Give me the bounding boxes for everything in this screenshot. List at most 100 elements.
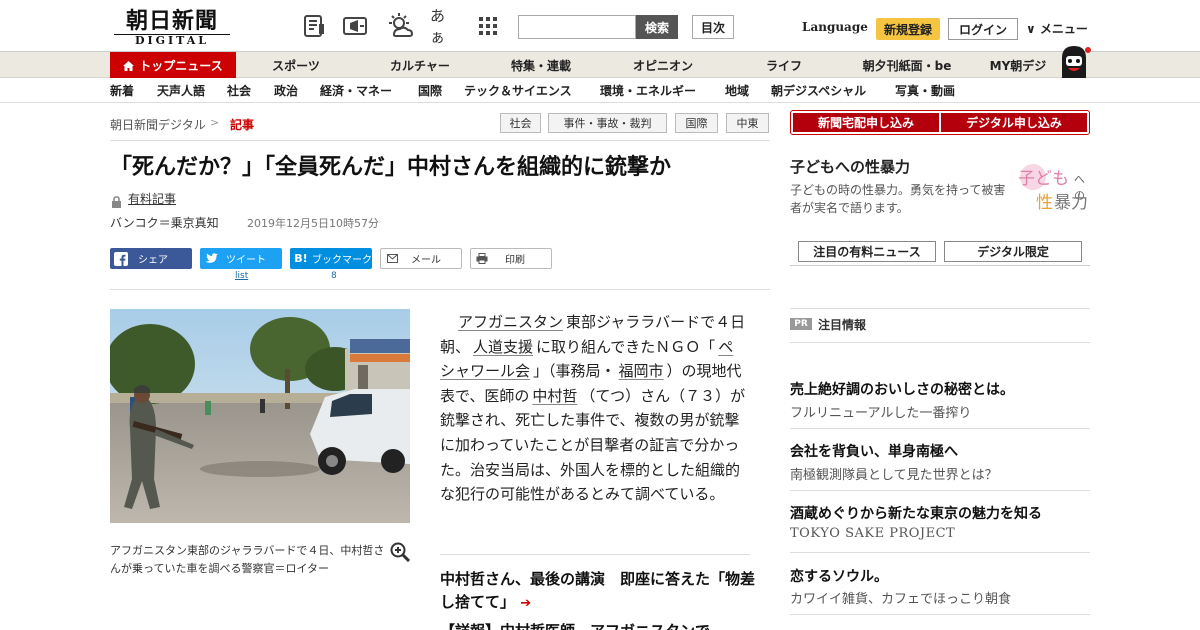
register-button[interactable]: 新規登録 (876, 18, 940, 40)
article-date: 2019年12月5日10時57分 (247, 217, 379, 230)
nav-top-news[interactable]: トップニュース (110, 52, 236, 78)
tag-international[interactable]: 国際 (675, 113, 718, 133)
body-text-run: に取り組んできたＮＧＯ「 (536, 337, 716, 356)
tab-digital-only[interactable]: デジタル限定 (944, 241, 1082, 262)
related-article-title: 中村哲さん、最後の講演 即座に答えた「物差し捨てて」 (440, 570, 756, 611)
nav-international[interactable]: 国際 (418, 78, 442, 103)
keyword-link[interactable]: 中村哲 (532, 387, 577, 405)
feature-logo-text: 子ども (1018, 169, 1069, 189)
megaphone-icon[interactable] (342, 12, 370, 40)
subscribe-digital-button[interactable]: デジタル申し込み (941, 113, 1087, 132)
search-button[interactable]: 検索 (636, 15, 678, 39)
feature-logo-text: 性 (1036, 193, 1053, 213)
promo-subtitle[interactable]: フルリニューアルした一番搾り (790, 402, 971, 421)
divider (790, 614, 1090, 615)
nav-features[interactable]: 特集・連載 (490, 52, 592, 78)
logo-main-text: 朝日新聞 (125, 8, 218, 34)
divider (790, 490, 1090, 491)
nav-culture[interactable]: カルチャー (366, 52, 474, 78)
mail-icon (381, 254, 403, 263)
breadcrumb-separator: > (210, 116, 220, 129)
nav-politics[interactable]: 政治 (274, 78, 298, 103)
nav-special[interactable]: 朝デジスペシャル (771, 78, 866, 103)
feature-title[interactable]: 子どもへの性暴力 (790, 156, 910, 177)
facebook-share-button[interactable]: シェア (110, 248, 192, 269)
site-logo[interactable]: 朝日新聞 DIGITAL (114, 9, 230, 47)
feature-logo[interactable]: 子ども への 性 暴力 (1010, 160, 1092, 213)
nav-tensei[interactable]: 天声人語 (157, 78, 205, 103)
nav-environment[interactable]: 環境・エネルギー (600, 78, 696, 103)
twitter-icon (200, 252, 222, 265)
home-icon (123, 60, 135, 71)
twitter-share-button[interactable]: ツイート (200, 248, 282, 269)
weather-icon[interactable] (386, 12, 414, 40)
print-button[interactable]: 印刷 (470, 248, 552, 269)
divider (790, 342, 1090, 343)
nav-region[interactable]: 地域 (725, 78, 749, 103)
nav-society[interactable]: 社会 (227, 78, 251, 103)
article-byline: バンコク＝乗京真知 (110, 216, 219, 230)
nav-sports[interactable]: スポーツ (250, 52, 342, 78)
divider (790, 428, 1090, 429)
article-body: アフガニスタン 東部ジャララバードで４日朝、 人道支援 に取り組んできたＮＧＯ「 ペシャ… (440, 310, 748, 507)
primary-nav: トップニュース スポーツ カルチャー 特集・連載 オピニオン ライフ 朝夕刊紙面… (0, 52, 1200, 78)
nav-paper[interactable]: 朝夕刊紙面・be (850, 52, 964, 78)
article-photo[interactable] (110, 309, 410, 523)
promo-title[interactable]: 酒蔵めぐりから新たな東京の魅力を知る (790, 503, 1042, 523)
hatena-bookmark-label: ブックマーク (312, 255, 372, 266)
mascot-icon[interactable] (1056, 44, 1092, 80)
promo-subtitle[interactable]: TOKYO SAKE PROJECT (790, 526, 955, 541)
divider (790, 552, 1090, 553)
promo-subtitle[interactable]: カワイイ雑貨、カフェでほっこり朝食 (790, 588, 1011, 607)
breadcrumb-current: 記事 (230, 118, 255, 132)
breadcrumb-home[interactable]: 朝日新聞デジタル (110, 116, 206, 133)
nav-item-label: トップニュース (139, 58, 223, 73)
related-article-next[interactable]: 【詳報】中村哲医師 アフガニスタンで (440, 620, 755, 630)
secondary-nav: 新着 天声人語 社会 政治 経済・マネー 国際 テック＆サイエンス 環境・エネル… (0, 78, 1200, 103)
mail-share-label: メール (411, 255, 441, 266)
newspaper-icon[interactable] (300, 12, 328, 40)
tag-society[interactable]: 社会 (500, 113, 541, 133)
paid-article-label[interactable]: 有料記事 (128, 190, 176, 207)
photo-caption: アフガニスタン東部のジャララバードで４日、中村哲さんが乗っていた車を調べる警察官… (110, 544, 385, 575)
related-article-link[interactable]: 中村哲さん、最後の講演 即座に答えた「物差し捨てて」 ➔ (440, 568, 755, 615)
promo-title[interactable]: 会社を背負い、単身南極へ (790, 441, 958, 461)
nav-latest[interactable]: 新着 (110, 78, 134, 103)
menu-button[interactable]: ∨ メニュー (1026, 20, 1088, 37)
print-icon (471, 253, 493, 264)
divider (110, 140, 770, 141)
facebook-icon (110, 251, 132, 266)
nav-tech[interactable]: テック＆サイエンス (464, 78, 572, 103)
feature-logo-text: 暴力 (1054, 193, 1088, 213)
zoom-icon[interactable] (390, 542, 411, 566)
promo-title[interactable]: 恋するソウル。 (790, 566, 888, 586)
lock-icon (111, 193, 122, 212)
nav-opinion[interactable]: オピニオン (612, 52, 714, 78)
nav-life[interactable]: ライフ (738, 52, 830, 78)
search-input[interactable] (518, 15, 636, 39)
nav-my-asahi[interactable]: MY朝デジ (980, 52, 1056, 78)
language-link[interactable]: Language (802, 20, 868, 34)
toc-button[interactable]: 目次 (692, 15, 734, 39)
hatena-bookmark-button[interactable]: B! ブックマーク (290, 248, 372, 269)
nav-economy[interactable]: 経済・マネー (320, 78, 392, 103)
tag-middle-east[interactable]: 中東 (726, 113, 769, 133)
tag-incident[interactable]: 事件・事故・裁判 (548, 113, 667, 133)
font-size-icon[interactable]: あぁ (430, 7, 458, 46)
mail-share-button[interactable]: メール (380, 248, 462, 269)
keyword-link[interactable]: アフガニスタン (458, 313, 563, 331)
divider (790, 308, 1090, 309)
twitter-count[interactable]: list (235, 271, 248, 281)
grid-icon[interactable] (474, 12, 502, 40)
article-headline: 「死んだか？」「全員死んだ」中村さんを組織的に銃撃か (110, 155, 672, 180)
promo-subtitle[interactable]: 南極観測隊員として見た世界とは？ (790, 464, 998, 483)
login-button[interactable]: ログイン (948, 18, 1018, 40)
tab-paid-news[interactable]: 注目の有料ニュース (798, 241, 936, 262)
feature-description[interactable]: 子どもの時の性暴力。勇気を持って被害者が実名で語ります。 (790, 181, 1008, 217)
keyword-link[interactable]: 人道支援 (473, 338, 533, 356)
subscribe-paper-button[interactable]: 新聞宅配申し込み (793, 113, 939, 132)
logo-sub-text: DIGITAL (114, 34, 230, 47)
keyword-link[interactable]: 福岡市 (619, 362, 664, 380)
promo-title[interactable]: 売上絶好調のおいしさの秘密とは。 (790, 379, 1014, 399)
nav-photo-video[interactable]: 写真・動画 (895, 78, 955, 103)
